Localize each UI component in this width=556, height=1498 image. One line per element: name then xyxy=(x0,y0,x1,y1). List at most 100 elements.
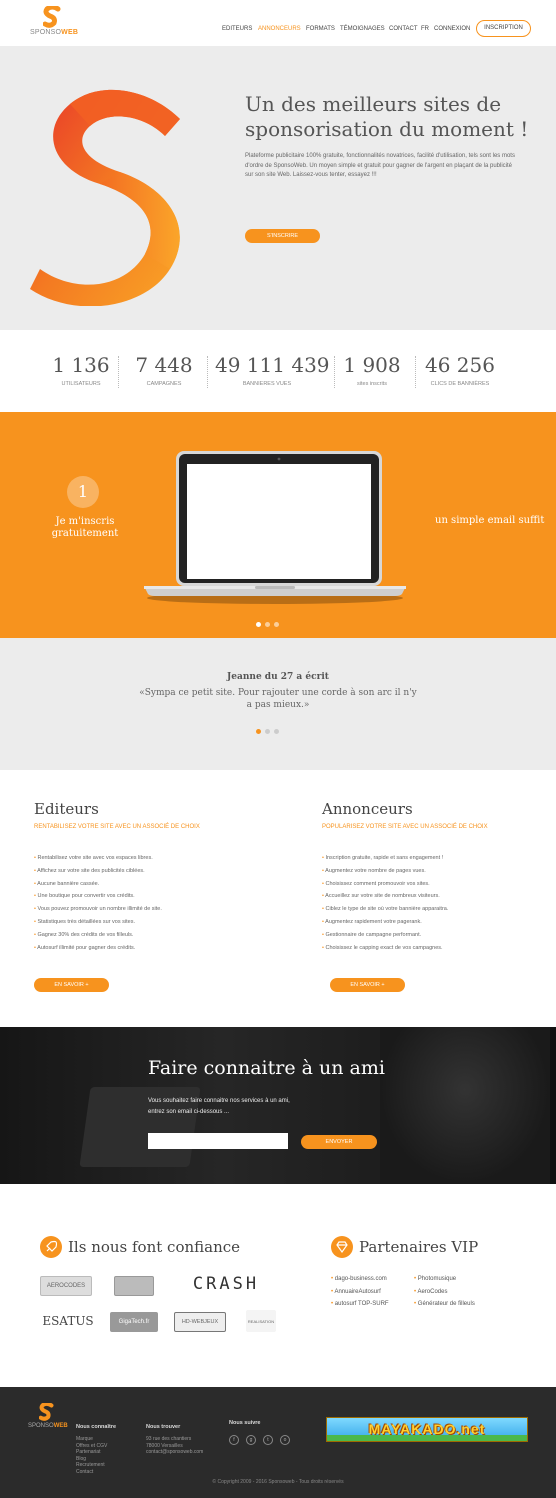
envoyer-button[interactable]: ENVOYER xyxy=(301,1135,377,1149)
list-item: Choisissez le capping exact de vos campa… xyxy=(322,942,542,955)
refer-title: Faire connaitre à un ami xyxy=(148,1057,385,1079)
stat-value: 49 111 439 xyxy=(215,353,330,377)
step-left-text: Je m'inscris gratuitement xyxy=(45,516,125,540)
nav-language[interactable]: FR xyxy=(421,26,429,32)
nav-contact[interactable]: CONTACT xyxy=(389,26,418,32)
testimonial-dot-3[interactable] xyxy=(274,729,279,734)
footer-col-follow: Nous suivre xyxy=(229,1420,260,1432)
footer-link[interactable]: Contact xyxy=(76,1469,116,1476)
list-item: Inscription gratuite, rapide et sans eng… xyxy=(322,852,542,865)
testimonial-dot-2[interactable] xyxy=(265,729,270,734)
editeurs-more-button[interactable]: EN SAVOIR + xyxy=(34,978,109,992)
list-item: Affichez sur votre site des publicités c… xyxy=(34,865,254,878)
footer-col-title: Nous suivre xyxy=(229,1420,261,1426)
partner-link[interactable]: autosurf TOP-SURF xyxy=(331,1298,389,1311)
step-left-line1: Je m'inscris xyxy=(55,516,115,527)
nav-connexion[interactable]: CONNEXION xyxy=(434,26,470,32)
realisation-logo[interactable]: REALISATION xyxy=(246,1310,276,1332)
rocket-icon xyxy=(40,1236,62,1258)
editeurs-column: Editeurs RENTABILISEZ VOTRE SITE AVEC UN… xyxy=(34,800,254,992)
instagram-icon[interactable]: o xyxy=(280,1435,290,1445)
refer-text-line1: Vous souhaitez faire connaitre nos servi… xyxy=(148,1098,290,1104)
slider-dot-3[interactable] xyxy=(274,622,279,627)
friend-email-input[interactable] xyxy=(148,1133,288,1149)
editeurs-subtitle: RENTABILISEZ VOTRE SITE AVEC UN ASSOCIÉ … xyxy=(34,824,200,830)
list-item: Autosurf illimité pour gagner des crédit… xyxy=(34,942,254,955)
hd-webjeux-logo[interactable]: HD-WEBJEUX xyxy=(174,1312,226,1332)
inscription-button[interactable]: INSCRIPTION xyxy=(476,20,531,37)
footer-logo[interactable]: SPONSOWEB xyxy=(28,1403,68,1433)
slider-dot-1[interactable] xyxy=(256,622,261,627)
twitter-icon[interactable]: t xyxy=(263,1435,273,1445)
stat-campaigns: 7 448 CAMPAGNES xyxy=(128,352,200,387)
google-plus-icon[interactable]: g xyxy=(246,1435,256,1445)
facebook-icon[interactable]: f xyxy=(229,1435,239,1445)
list-item: Accueillez sur votre site de nombreux vi… xyxy=(322,890,542,903)
crash-logo[interactable]: CRASH xyxy=(179,1274,273,1294)
testimonial-author: Jeanne du 27 a écrit xyxy=(227,672,329,682)
trust-section: Ils nous font confiance AEROCODES CRASH … xyxy=(0,1184,556,1387)
partner-link[interactable]: dago-business.com xyxy=(331,1273,389,1286)
partner-link[interactable]: Générateur de filleuls xyxy=(414,1298,475,1311)
stats-bar: 1 136 UTILISATEURS 7 448 CAMPAGNES 49 11… xyxy=(0,330,556,412)
refer-text-line2: entrez son email ci-dessous ... xyxy=(148,1109,230,1115)
partner-link[interactable]: AnnuaireAutosurf xyxy=(331,1286,389,1299)
sinscrire-button[interactable]: S'INSCRIRE xyxy=(245,229,320,243)
diamond-icon xyxy=(331,1236,353,1258)
partner-link[interactable]: Photomusique xyxy=(414,1273,475,1286)
gigatech-logo[interactable]: GigaTech.fr xyxy=(110,1312,158,1332)
aerocodes-logo[interactable]: AEROCODES xyxy=(40,1276,92,1296)
hero-title: Un des meilleurs sites de sponsorisation… xyxy=(245,92,535,142)
stat-users: 1 136 UTILISATEURS xyxy=(52,352,110,387)
nav-temoignages[interactable]: TÉMOIGNAGES xyxy=(340,26,385,32)
footer-col-address: Nous trouver 93 rue des chantiers 78000 … xyxy=(146,1424,203,1456)
stat-sites: 1 908 sites inscrits xyxy=(342,352,402,387)
hero-description: Plateforme publicitaire 100% gratuite, f… xyxy=(245,153,515,178)
laptop-illustration xyxy=(144,451,406,604)
step-right-text: un simple email suffit xyxy=(435,515,545,526)
footer-logo-text: SPONSO xyxy=(28,1423,54,1429)
annonceurs-more-button[interactable]: EN SAVOIR + xyxy=(330,978,405,992)
list-item: Aucune bannière cassée. xyxy=(34,878,254,891)
banner-text: MAYAKADO.net xyxy=(368,1421,486,1437)
stat-label: sites inscrits xyxy=(357,381,387,387)
list-item: Une boutique pour convertir vos crédits. xyxy=(34,890,254,903)
hero-title-line1: Un des meilleurs sites de xyxy=(245,92,502,116)
annonceurs-title: Annonceurs xyxy=(322,800,413,818)
annonceurs-list: Inscription gratuite, rapide et sans eng… xyxy=(322,852,542,954)
list-item: Vous pouvez promouvoir un nombre illimit… xyxy=(34,903,254,916)
footer-email-link[interactable]: contact@sponsoweb.com xyxy=(146,1449,203,1456)
list-item: Augmentez rapidement votre pagerank. xyxy=(322,916,542,929)
editeurs-title: Editeurs xyxy=(34,800,99,818)
step-number-badge: 1 xyxy=(67,476,99,508)
stat-divider xyxy=(207,356,208,388)
trust-title: Ils nous font confiance xyxy=(68,1238,241,1256)
partner-link[interactable]: AeroCodes xyxy=(414,1286,475,1299)
footer-col-about: Nous connaître Marque Offres et CGV Part… xyxy=(76,1424,116,1475)
stat-value: 46 256 xyxy=(425,353,495,377)
partner-logo-grey[interactable] xyxy=(114,1276,154,1296)
list-item: Ciblez le type de site où votre bannière… xyxy=(322,903,542,916)
stat-banners-viewed: 49 111 439 BANNIERES VUES xyxy=(215,352,330,387)
nav-annonceurs[interactable]: ANNONCEURS xyxy=(258,26,301,32)
footer-logo-s-icon xyxy=(39,1403,54,1421)
testimonial-quote-line1: «Sympa ce petit site. Pour rajouter une … xyxy=(139,688,417,698)
stat-label: CLICS DE BANNIÈRES xyxy=(430,381,490,387)
list-item: Gagnez 30% des crédits de vos filleuls. xyxy=(34,929,254,942)
annonceurs-subtitle: POPULARISEZ VOTRE SITE AVEC UN ASSOCIÉ D… xyxy=(322,824,488,830)
esatus-logo[interactable]: ESATUS xyxy=(40,1311,96,1331)
list-item: Gestionnaire de campagne performant. xyxy=(322,929,542,942)
stat-clicks: 46 256 CLICS DE BANNIÈRES xyxy=(422,352,498,387)
slider-dot-2[interactable] xyxy=(265,622,270,627)
testimonial-dot-1[interactable] xyxy=(256,729,261,734)
nav-formats[interactable]: FORMATS xyxy=(306,26,335,32)
step-left-line2: gratuitement xyxy=(51,528,119,539)
annonceurs-column: Annonceurs POPULARISEZ VOTRE SITE AVEC U… xyxy=(322,800,542,992)
mayakado-banner[interactable]: MAYAKADO.net xyxy=(326,1417,528,1442)
stat-label: CAMPAGNES xyxy=(146,381,182,387)
stat-value: 1 908 xyxy=(343,353,401,377)
nav-editeurs[interactable]: EDITEURS xyxy=(222,26,252,32)
footer-logo-text-bold: WEB xyxy=(53,1423,68,1429)
stat-label: BANNIERES VUES xyxy=(242,381,292,387)
list-item: Rentabilisez votre site avec vos espaces… xyxy=(34,852,254,865)
